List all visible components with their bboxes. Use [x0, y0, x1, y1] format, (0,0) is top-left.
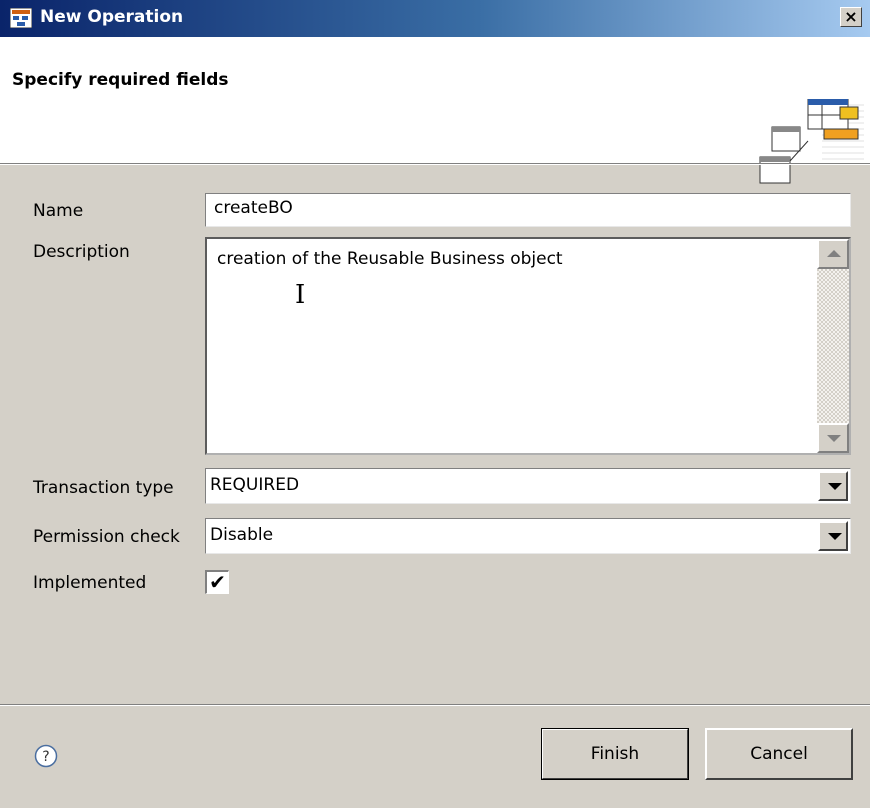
- scroll-down-button[interactable]: [817, 423, 849, 453]
- transaction-dropdown-button[interactable]: [818, 471, 848, 501]
- description-textarea-value: creation of the Reusable Business object: [217, 249, 563, 269]
- svg-text:?: ?: [42, 749, 49, 765]
- text-cursor-icon: I: [295, 280, 306, 310]
- banner-title: Specify required fields: [12, 70, 229, 90]
- arrow-up-icon: [827, 250, 841, 257]
- footer-separator: [0, 704, 870, 706]
- close-button[interactable]: ×: [840, 7, 862, 27]
- help-icon[interactable]: ?: [34, 744, 58, 768]
- name-input-value: createBO: [214, 198, 293, 218]
- transaction-type-value: REQUIRED: [210, 475, 300, 495]
- wizard-graphic-icon: [759, 99, 864, 184]
- name-label: Name: [33, 201, 84, 221]
- finish-button[interactable]: Finish: [541, 728, 689, 780]
- permission-dropdown-button[interactable]: [818, 521, 848, 551]
- implemented-checkbox[interactable]: ✔: [205, 570, 229, 594]
- chevron-down-icon: [828, 483, 842, 490]
- app-icon: [10, 8, 32, 28]
- permission-check-select[interactable]: Disable: [205, 518, 851, 554]
- implemented-label: Implemented: [33, 573, 147, 593]
- wizard-banner: Specify required fields: [0, 37, 870, 184]
- banner-separator: [0, 163, 870, 165]
- arrow-down-icon: [827, 435, 841, 442]
- chevron-down-icon: [828, 533, 842, 540]
- description-label: Description: [33, 242, 130, 262]
- window-title: New Operation: [40, 7, 184, 27]
- permission-check-value: Disable: [210, 525, 274, 545]
- description-scrollbar[interactable]: [817, 239, 849, 453]
- new-operation-dialog: New Operation × Specify required fields: [0, 0, 870, 808]
- description-textarea[interactable]: creation of the Reusable Business object…: [205, 237, 851, 455]
- permission-check-label: Permission check: [33, 527, 180, 547]
- cancel-button[interactable]: Cancel: [705, 728, 853, 780]
- transaction-type-label: Transaction type: [33, 478, 174, 498]
- scroll-up-button[interactable]: [817, 239, 849, 269]
- transaction-type-select[interactable]: REQUIRED: [205, 468, 851, 504]
- name-input[interactable]: createBO: [205, 193, 851, 227]
- title-bar[interactable]: New Operation ×: [0, 0, 870, 37]
